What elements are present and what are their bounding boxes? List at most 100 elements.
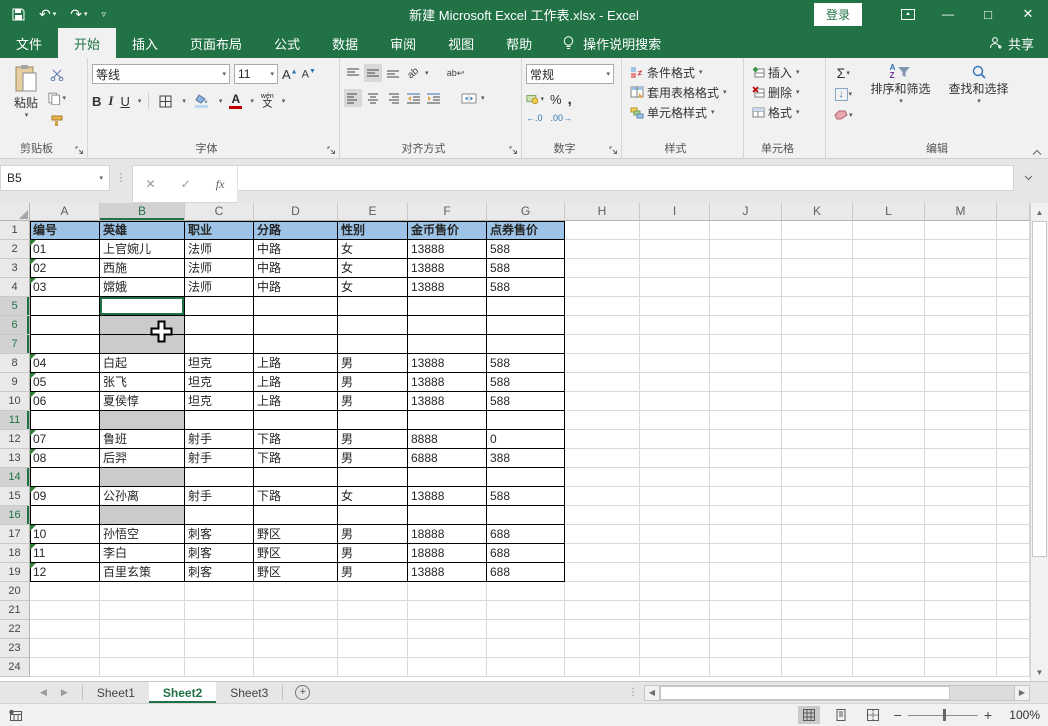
undo-dropdown-icon[interactable]: ▾ xyxy=(53,11,57,18)
cell-G21[interactable] xyxy=(487,601,565,620)
row-header-3[interactable]: 3 xyxy=(0,259,30,278)
cell-E21[interactable] xyxy=(338,601,408,620)
align-top-button[interactable] xyxy=(344,64,362,82)
cell-H17[interactable] xyxy=(565,525,640,544)
alignment-dialog-launcher-icon[interactable] xyxy=(509,146,518,155)
cell-I7[interactable] xyxy=(640,335,710,354)
cell-F21[interactable] xyxy=(408,601,487,620)
cell-D4[interactable]: 中路 xyxy=(254,278,338,297)
sheet-tab-sheet3[interactable]: Sheet3 xyxy=(216,682,282,703)
cell-A4[interactable]: 03 xyxy=(30,278,100,297)
save-icon[interactable] xyxy=(12,8,25,21)
cell-C22[interactable] xyxy=(185,620,254,639)
cell-N20[interactable] xyxy=(997,582,1030,601)
cell-I9[interactable] xyxy=(640,373,710,392)
cell-B21[interactable] xyxy=(100,601,185,620)
cell-A12[interactable]: 07 xyxy=(30,430,100,449)
cell-H9[interactable] xyxy=(565,373,640,392)
decrease-decimal-button[interactable]: .00→ xyxy=(551,113,573,123)
cell-D19[interactable]: 野区 xyxy=(254,563,338,582)
row-header-23[interactable]: 23 xyxy=(0,639,30,658)
cell-M12[interactable] xyxy=(925,430,997,449)
cut-button[interactable] xyxy=(48,66,66,84)
wrap-text-button[interactable]: ab ↩ xyxy=(447,64,465,82)
cell-E1[interactable]: 性别 xyxy=(338,221,408,240)
cell-M3[interactable] xyxy=(925,259,997,278)
cell-F23[interactable] xyxy=(408,639,487,658)
cell-N8[interactable] xyxy=(997,354,1030,373)
borders-button[interactable] xyxy=(156,92,174,110)
cell-J23[interactable] xyxy=(710,639,782,658)
cell-G22[interactable] xyxy=(487,620,565,639)
cell-K6[interactable] xyxy=(782,316,853,335)
cell-K12[interactable] xyxy=(782,430,853,449)
row-header-5[interactable]: 5 xyxy=(0,297,30,316)
cell-E22[interactable] xyxy=(338,620,408,639)
cell-L13[interactable] xyxy=(853,449,925,468)
cell-G19[interactable]: 688 xyxy=(487,563,565,582)
cell-C24[interactable] xyxy=(185,658,254,677)
cell-J13[interactable] xyxy=(710,449,782,468)
cell-M23[interactable] xyxy=(925,639,997,658)
shrink-font-button[interactable]: A▼ xyxy=(302,68,316,81)
cell-E2[interactable]: 女 xyxy=(338,240,408,259)
cell-L20[interactable] xyxy=(853,582,925,601)
cell-A18[interactable]: 11 xyxy=(30,544,100,563)
cell-L6[interactable] xyxy=(853,316,925,335)
cell-E7[interactable] xyxy=(338,335,408,354)
column-header-H[interactable]: H xyxy=(565,203,640,221)
cell-N9[interactable] xyxy=(997,373,1030,392)
column-header-K[interactable]: K xyxy=(782,203,853,221)
font-size-combo[interactable]: 11 ▾ xyxy=(234,64,278,84)
cell-F6[interactable] xyxy=(408,316,487,335)
cell-F22[interactable] xyxy=(408,620,487,639)
cell-L17[interactable] xyxy=(853,525,925,544)
cell-K15[interactable] xyxy=(782,487,853,506)
cell-A10[interactable]: 06 xyxy=(30,392,100,411)
cell-G1[interactable]: 点券售价 xyxy=(487,221,565,240)
cell-A7[interactable] xyxy=(30,335,100,354)
column-header-C[interactable]: C xyxy=(185,203,254,221)
cell-D3[interactable]: 中路 xyxy=(254,259,338,278)
cell-D22[interactable] xyxy=(254,620,338,639)
cell-M22[interactable] xyxy=(925,620,997,639)
formula-bar-splitter[interactable]: ⋮ xyxy=(110,165,132,191)
cell-G16[interactable] xyxy=(487,506,565,525)
phonetic-dropdown-icon[interactable]: ▾ xyxy=(282,97,286,105)
cell-H19[interactable] xyxy=(565,563,640,582)
cell-B18[interactable]: 李白 xyxy=(100,544,185,563)
row-header-2[interactable]: 2 xyxy=(0,240,30,259)
cell-G3[interactable]: 588 xyxy=(487,259,565,278)
cell-B2[interactable]: 上官婉儿 xyxy=(100,240,185,259)
cell-D2[interactable]: 中路 xyxy=(254,240,338,259)
cell-L11[interactable] xyxy=(853,411,925,430)
cell-K7[interactable] xyxy=(782,335,853,354)
cell-D20[interactable] xyxy=(254,582,338,601)
cell-A5[interactable] xyxy=(30,297,100,316)
row-header-16[interactable]: 16 xyxy=(0,506,30,525)
name-box[interactable]: B5 ▾ xyxy=(0,165,110,191)
cell-E23[interactable] xyxy=(338,639,408,658)
cell-I22[interactable] xyxy=(640,620,710,639)
cell-N2[interactable] xyxy=(997,240,1030,259)
fill-color-dropdown-icon[interactable]: ▾ xyxy=(219,97,223,105)
cell-D16[interactable] xyxy=(254,506,338,525)
cell-A6[interactable] xyxy=(30,316,100,335)
cell-A15[interactable]: 09 xyxy=(30,487,100,506)
cell-M13[interactable] xyxy=(925,449,997,468)
cell-N11[interactable] xyxy=(997,411,1030,430)
formula-input[interactable] xyxy=(238,165,1014,191)
cell-M5[interactable] xyxy=(925,297,997,316)
cell-N7[interactable] xyxy=(997,335,1030,354)
close-button[interactable]: ✕ xyxy=(1008,0,1048,28)
cell-A23[interactable] xyxy=(30,639,100,658)
cell-H6[interactable] xyxy=(565,316,640,335)
cell-I3[interactable] xyxy=(640,259,710,278)
find-select-button[interactable]: 查找和选择 ▾ xyxy=(945,62,1013,142)
cell-B8[interactable]: 白起 xyxy=(100,354,185,373)
cell-A20[interactable] xyxy=(30,582,100,601)
cell-L7[interactable] xyxy=(853,335,925,354)
cell-K2[interactable] xyxy=(782,240,853,259)
cell-L21[interactable] xyxy=(853,601,925,620)
cell-B15[interactable]: 公孙离 xyxy=(100,487,185,506)
